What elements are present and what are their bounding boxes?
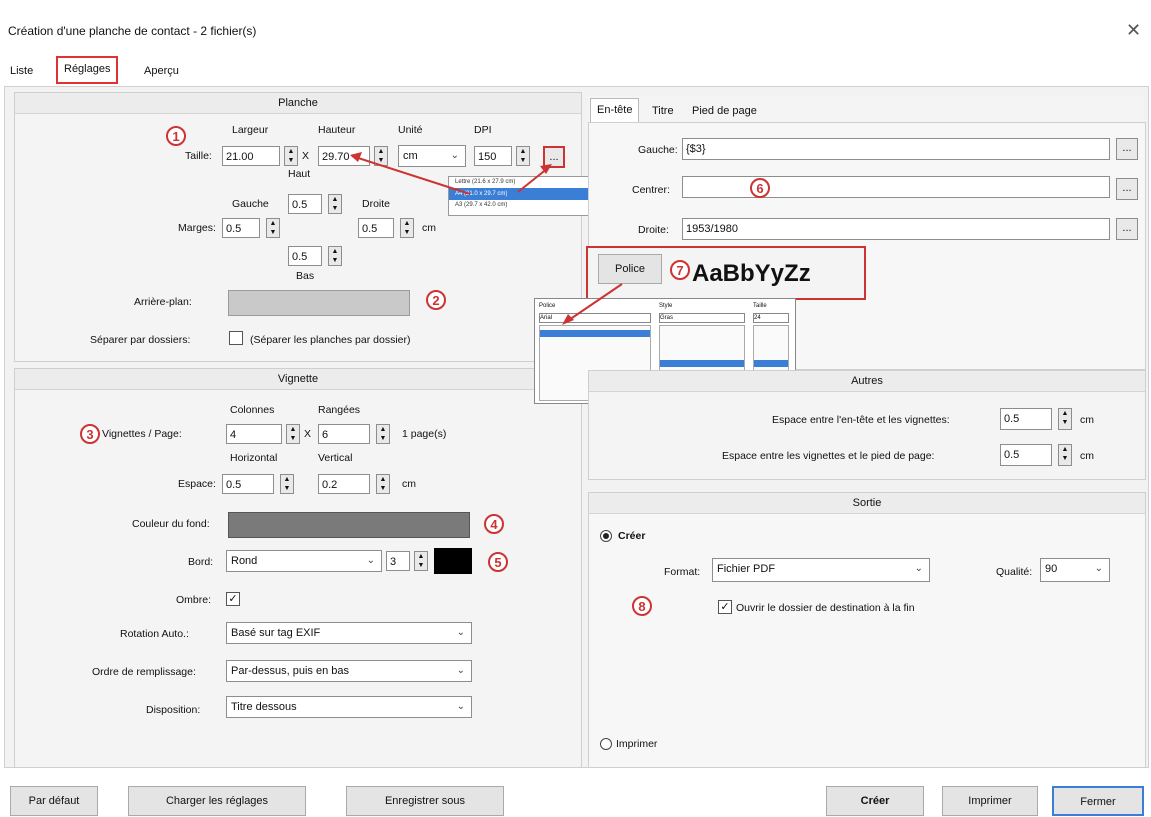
- annotation-arrows: [350, 152, 623, 325]
- fermer-button[interactable]: Fermer: [1052, 786, 1144, 816]
- imprimer-button[interactable]: Imprimer: [942, 786, 1038, 816]
- creer-button[interactable]: Créer: [826, 786, 924, 816]
- charger-reglages-button[interactable]: Charger les réglages: [128, 786, 306, 816]
- enregistrer-sous-button[interactable]: Enregistrer sous: [346, 786, 504, 816]
- par-defaut-button[interactable]: Par défaut: [10, 786, 98, 816]
